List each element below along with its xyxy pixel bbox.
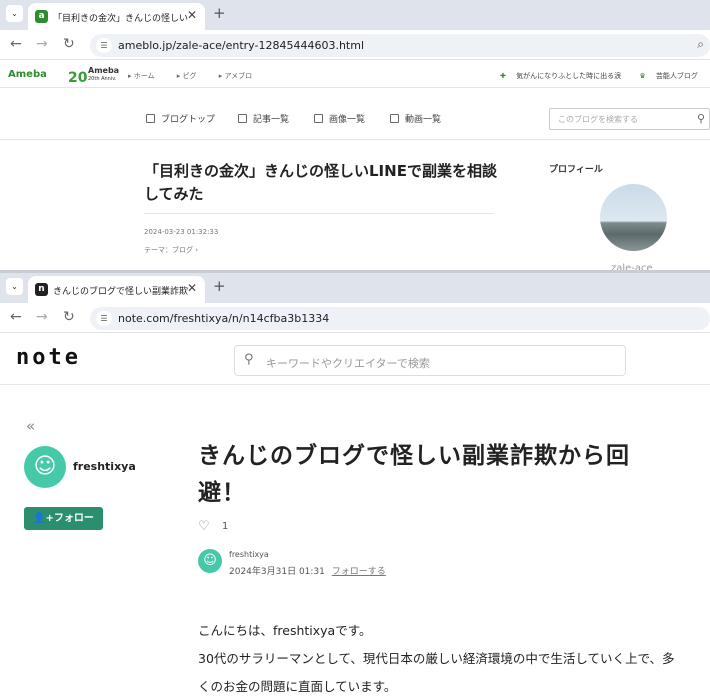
anniversary-text: Ameba xyxy=(88,66,120,75)
search-placeholder: キーワードやクリエイターで検索 xyxy=(266,357,430,370)
search-input[interactable]: ⚲ キーワードやクリエイターで検索 xyxy=(234,345,626,376)
tab-articles[interactable]: 記事一覧 xyxy=(238,112,289,125)
post-date: 2024年3月31日 01:31 xyxy=(229,567,325,577)
back-icon[interactable]: ← xyxy=(10,309,22,325)
close-tab-icon[interactable]: ✕ xyxy=(187,8,197,22)
articles-icon xyxy=(238,114,247,123)
browser-tab[interactable]: a 「目利きの金次」きんじの怪しいLINE ✕ xyxy=(28,3,205,30)
divider xyxy=(144,213,494,214)
nav-link-home[interactable]: ▸ ホーム xyxy=(128,72,165,80)
ameba-favicon-icon: a xyxy=(35,10,48,23)
ameba-global-header: Ameba 20 Ameba 20th Anniv. ▸ ホーム ▸ ピグ ▸ … xyxy=(0,64,710,88)
blog-top-icon xyxy=(146,114,155,123)
body-paragraph: 30代のサラリーマンとして、現代日本の厳しい経済環境の中で生活していく上で、多く… xyxy=(198,651,675,694)
collapse-sidebar-icon[interactable]: « xyxy=(26,417,35,435)
omnibox[interactable]: ☰ ameblo.jp/zale-ace/entry-12845444603.h… xyxy=(90,34,710,57)
forward-icon[interactable]: → xyxy=(36,309,48,325)
browser-tab[interactable]: n きんじのブログで怪しい副業詐欺から ✕ xyxy=(28,276,205,303)
article-title: きんじのブログで怪しい副業詐欺から回避！ xyxy=(198,443,630,506)
tab-strip: ⌄ n きんじのブログで怪しい副業詐欺から ✕ + xyxy=(0,273,710,303)
note-logo[interactable]: note xyxy=(16,345,81,370)
camera-icon xyxy=(314,114,323,123)
note-favicon-icon: n xyxy=(35,283,48,296)
entry-title[interactable]: 「目利きの金次」きんじの怪しいLINEで副業を相談してみた xyxy=(144,160,504,206)
article-body: こんにちは、freshtixyaです。 30代のサラリーマンとして、現代日本の厳… xyxy=(198,617,678,700)
note-window: ⌄ n きんじのブログで怪しい副業詐欺から ✕ + ← → ↻ ☰ note.c… xyxy=(0,273,710,700)
follow-button[interactable]: 👤+フォロー xyxy=(24,507,103,530)
url-text[interactable]: note.com/freshtixya/n/n14cfba3b1334 xyxy=(118,312,329,325)
anniversary-logo[interactable]: 20 Ameba 20th Anniv. xyxy=(68,67,119,87)
address-bar: ← → ↻ ☰ ameblo.jp/zale-ace/entry-1284544… xyxy=(0,30,710,60)
url-text[interactable]: ameblo.jp/zale-ace/entry-12845444603.htm… xyxy=(118,39,364,52)
tab-title: 「目利きの金次」きんじの怪しいLINE xyxy=(53,14,188,24)
nav-link-ameblo[interactable]: ▸ アメブロ xyxy=(219,72,262,80)
nav-link-pigg[interactable]: ▸ ピグ xyxy=(177,72,207,80)
profile-avatar[interactable] xyxy=(600,184,667,251)
ameba-nav-links: ▸ ホーム ▸ ピグ ▸ アメブロ xyxy=(128,71,272,81)
entry-theme[interactable]: テーマ：ブログ › xyxy=(144,245,198,255)
nav-link-ameblo-label: アメブロ xyxy=(224,72,253,80)
author-avatar[interactable]: ☺ xyxy=(198,549,222,573)
creator-avatar[interactable]: ☺ xyxy=(24,446,66,488)
post-meta: 2024年3月31日 01:31 フォローする xyxy=(229,564,386,577)
blog-tabs: ブログトップ 記事一覧 画像一覧 動画一覧 このブログを検索する ⚲ xyxy=(0,88,710,140)
tab-search-icon[interactable]: ⌄ xyxy=(6,278,23,295)
follow-button-label: フォロー xyxy=(53,513,94,524)
reload-icon[interactable]: ↻ xyxy=(63,309,75,325)
tab-articles-label: 記事一覧 xyxy=(253,115,290,125)
creator-name[interactable]: freshtixya xyxy=(73,460,136,473)
entry-theme-label: テーマ：ブログ xyxy=(144,246,193,254)
zoom-icon[interactable]: ⌕ xyxy=(697,37,704,52)
ameba-trending-links: ✚ 気がんになりふとした時に出る涙 ♛ 芸能人ブログ ★ 人気 xyxy=(500,71,710,81)
profile-heading: プロフィール xyxy=(549,165,603,175)
video-icon xyxy=(390,114,399,123)
close-tab-icon[interactable]: ✕ xyxy=(187,281,197,295)
author-name[interactable]: freshtixya xyxy=(229,550,269,559)
celebrity-blog-link[interactable]: ♛ 芸能人ブログ xyxy=(639,72,706,80)
reload-icon[interactable]: ↻ xyxy=(63,36,75,52)
ameba-logo[interactable]: Ameba xyxy=(8,69,47,80)
site-info-icon[interactable]: ☰ xyxy=(96,311,112,326)
tab-images[interactable]: 画像一覧 xyxy=(314,112,365,125)
tab-videos[interactable]: 動画一覧 xyxy=(390,112,441,125)
entry-date: 2024-03-23 01:32:33 xyxy=(144,228,219,236)
tab-videos-label: 動画一覧 xyxy=(405,115,442,125)
ameba-logo-text: Ameba xyxy=(8,69,47,80)
tab-strip: ⌄ a 「目利きの金次」きんじの怪しいLINE ✕ + xyxy=(0,0,710,30)
tab-search-icon[interactable]: ⌄ xyxy=(6,5,23,22)
back-icon[interactable]: ← xyxy=(10,36,22,52)
search-icon[interactable]: ⚲ xyxy=(697,112,705,125)
body-paragraph: こんにちは、freshtixyaです。 xyxy=(198,623,372,638)
new-tab-icon[interactable]: + xyxy=(213,277,226,295)
blog-search-placeholder: このブログを検索する xyxy=(558,115,638,124)
search-icon: ⚲ xyxy=(244,352,254,367)
follow-icon: 👤+ xyxy=(33,513,54,524)
trending-link[interactable]: ✚ 気がんになりふとした時に出る涙 xyxy=(500,72,629,80)
tab-blog-top[interactable]: ブログトップ xyxy=(146,112,215,125)
nav-link-home-label: ホーム xyxy=(133,72,155,80)
tab-title: きんじのブログで怪しい副業詐欺から xyxy=(53,287,188,297)
nav-link-pigg-label: ピグ xyxy=(182,72,197,80)
blog-search-input[interactable]: このブログを検索する ⚲ xyxy=(549,108,710,130)
heart-icon[interactable]: ♡ xyxy=(198,519,210,534)
note-header: note ⚲ キーワードやクリエイターで検索 xyxy=(0,335,710,385)
like-count[interactable]: 1 xyxy=(222,521,228,532)
ameba-window: ⌄ a 「目利きの金次」きんじの怪しいLINE ✕ + ← → ↻ ☰ ameb… xyxy=(0,0,710,272)
tab-blog-top-label: ブログトップ xyxy=(161,115,216,125)
tab-images-label: 画像一覧 xyxy=(329,115,366,125)
anniversary-subtext: 20th Anniv. xyxy=(88,76,117,82)
omnibox[interactable]: ☰ note.com/freshtixya/n/n14cfba3b1334 xyxy=(90,307,710,330)
anniversary-number: 20 xyxy=(68,70,88,86)
trending-link-label: 気がんになりふとした時に出る涙 xyxy=(516,72,622,80)
smile-icon: ☺ xyxy=(33,454,57,479)
forward-icon[interactable]: → xyxy=(36,36,48,52)
address-bar: ← → ↻ ☰ note.com/freshtixya/n/n14cfba3b1… xyxy=(0,303,710,333)
site-info-icon[interactable]: ☰ xyxy=(96,38,112,53)
new-tab-icon[interactable]: + xyxy=(213,4,226,22)
follow-link[interactable]: フォローする xyxy=(332,567,386,577)
celebrity-blog-label: 芸能人ブログ xyxy=(655,72,698,80)
